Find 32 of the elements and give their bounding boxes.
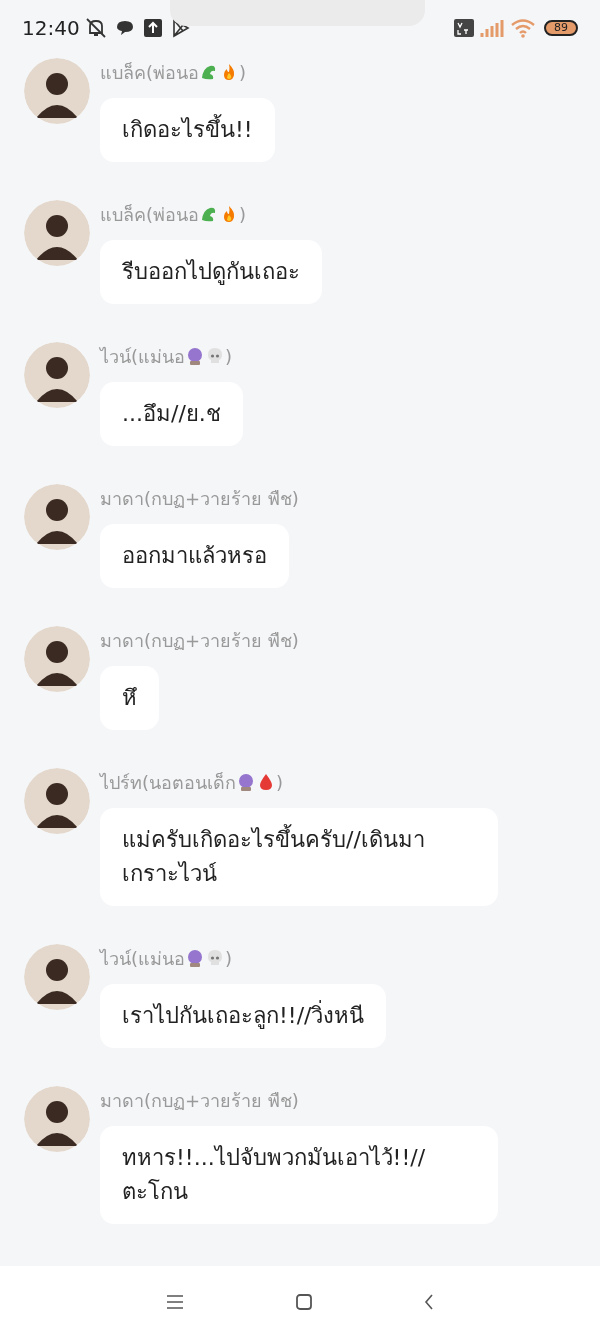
message-bubble: รีบออกไปดูกันเถอะ — [100, 240, 322, 304]
signal-icon — [480, 18, 504, 37]
muted-bell-icon — [83, 16, 108, 39]
message-bubble: ทหาร!!...ไปจับพวกมันเอาไว้!!//ตะโกน — [100, 1126, 498, 1224]
sender-name: มาดา(กบฏ+วายร้าย พืช) — [100, 628, 299, 653]
message-bubble: หึ — [100, 666, 159, 730]
message-bubble: ...อึม//ย.ช — [100, 382, 243, 446]
message-bubble: แม่ครับเกิดอะไรขึ้นครับ//เดินมาเกราะไวน์ — [100, 808, 498, 906]
sender-name: แบล็ค(พ่อนอ — [100, 202, 200, 227]
battery-indicator: 89 — [544, 19, 578, 36]
chat-icon — [115, 18, 134, 37]
message-bubble: เราไปกันเถอะลูก!!//วิ่งหนี — [100, 984, 387, 1048]
upload-icon — [143, 18, 162, 37]
message-bubble: เกิดอะไรขึ้น!! — [100, 98, 275, 162]
sender-name: ) — [276, 770, 284, 795]
sender-name: ) — [225, 344, 233, 369]
menu-icon[interactable] — [166, 1295, 184, 1309]
sender-name: มาดา(กบฏ+วายร้าย พืช) — [100, 1088, 299, 1113]
sender-name: แบล็ค(พ่อนอ — [100, 60, 200, 85]
volte-icon — [454, 18, 474, 37]
wifi-icon — [510, 17, 536, 38]
sender-name: ) — [239, 60, 247, 85]
home-icon[interactable] — [296, 1294, 312, 1310]
sender-name: มาดา(กบฏ+วายร้าย พืช) — [100, 486, 299, 511]
clock: 12:40 — [22, 14, 80, 42]
message-bubble: ออกมาแล้วหรอ — [100, 524, 289, 588]
sender-name: ไวน์(แม่นอ — [100, 344, 186, 369]
sender-name: ไวน์(แม่นอ — [100, 946, 186, 971]
back-icon[interactable] — [424, 1294, 434, 1310]
sender-name: ) — [239, 202, 247, 227]
sender-name: ไปร์ท(นอตอนเด็ก — [100, 770, 237, 795]
sender-name: ) — [225, 946, 233, 971]
